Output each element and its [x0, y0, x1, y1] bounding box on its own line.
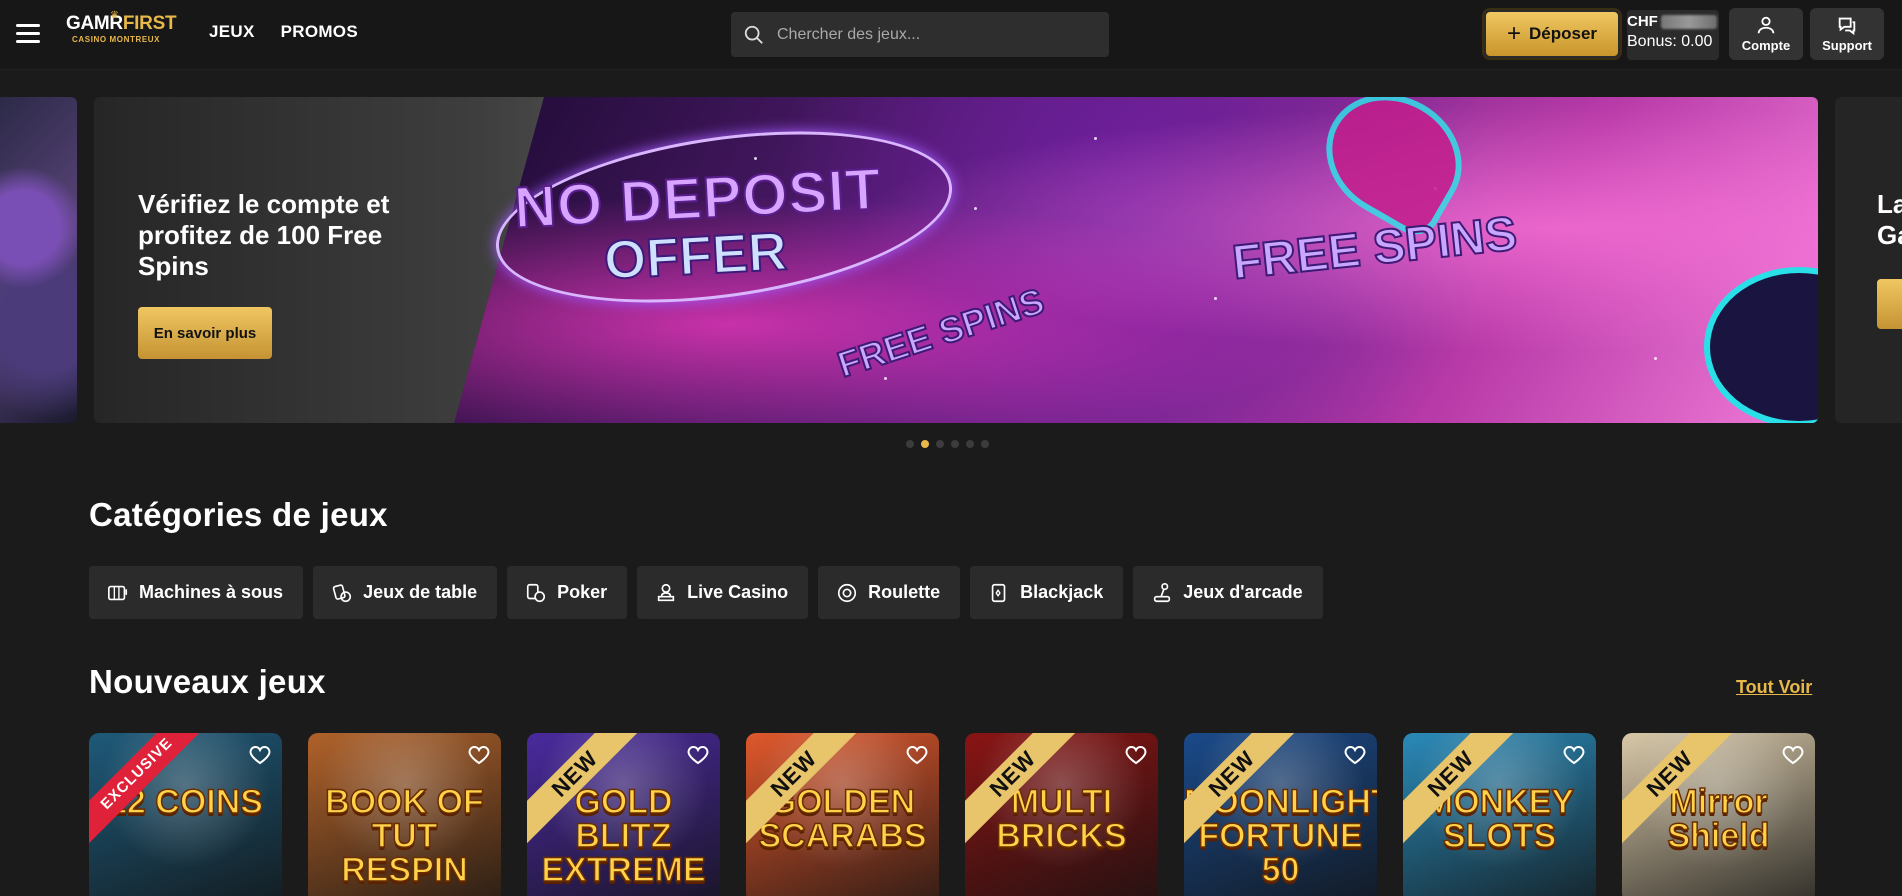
category-label: Blackjack: [1020, 582, 1104, 602]
joystick-icon: [1154, 582, 1171, 602]
table-games-icon: [332, 583, 352, 602]
currency-label: CHF: [1627, 13, 1658, 30]
heart-icon[interactable]: [1562, 743, 1586, 767]
logo-text-b: FIRST: [122, 13, 177, 34]
carousel-dot[interactable]: [981, 440, 989, 448]
category-label: Poker: [557, 582, 608, 602]
game-tile[interactable]: BOOK OF TUT RESPIN: [308, 733, 501, 896]
club-shape: [1704, 267, 1818, 423]
top-header: GAMRFIRST ♛ CASINO MONTREUX JEUX PROMOS …: [0, 0, 1902, 70]
category-live-casino[interactable]: Live Casino: [637, 566, 809, 619]
plus-icon: +: [1506, 20, 1521, 47]
balance-widget[interactable]: CHF Bonus: 0.00: [1627, 10, 1719, 60]
category-slots[interactable]: Machines à sous: [89, 566, 304, 619]
category-poker[interactable]: Poker: [507, 566, 628, 619]
crown-icon: ♛: [110, 10, 119, 21]
games-row: 12 COINS EXCLUSIVE BOOK OF TUT RESPIN GOL…: [89, 733, 1815, 896]
game-tile[interactable]: GOLDEN SCARABS NEW: [746, 733, 939, 896]
game-tile[interactable]: MULTI BRICKS NEW: [965, 733, 1158, 896]
deposit-label: Déposer: [1528, 24, 1598, 43]
heart-icon[interactable]: [686, 743, 710, 767]
support-button[interactable]: Support: [1810, 8, 1884, 60]
category-table-games[interactable]: Jeux de table: [313, 566, 498, 619]
nav-promos[interactable]: PROMOS: [281, 22, 358, 42]
category-list: Machines à sous Jeux de table Poker Live…: [89, 566, 1323, 619]
user-icon: [1757, 16, 1775, 34]
poker-chips-icon: [527, 583, 546, 602]
no-deposit-logo: NO DEPOSIT OFFER: [485, 105, 963, 329]
slide-title: Vérifiez le compte et profitez de 100 Fr…: [138, 189, 390, 281]
heart-icon[interactable]: [1124, 743, 1148, 767]
carousel-dot[interactable]: [951, 440, 959, 448]
search-icon: [744, 25, 763, 44]
chip-shape: [1809, 97, 1818, 219]
category-label: Jeux d'arcade: [1183, 582, 1303, 602]
carousel-dots: [906, 440, 989, 448]
learn-more-button[interactable]: En savoir plus: [138, 307, 272, 359]
new-games-title: Nouveaux jeux: [89, 663, 326, 700]
game-tile[interactable]: GOLD BLITZ EXTREME NEW: [527, 733, 720, 896]
account-label: Compte: [1741, 38, 1791, 53]
nav-jeux[interactable]: JEUX: [209, 22, 255, 42]
carousel-slide[interactable]: NO DEPOSIT OFFER FREE SPINS FREE SPINS V…: [94, 97, 1818, 423]
game-tile[interactable]: MOONLIGHT FORTUNE 50 NEW: [1184, 733, 1377, 896]
game-tile[interactable]: 12 COINS EXCLUSIVE: [89, 733, 282, 896]
account-button[interactable]: Compte: [1729, 8, 1803, 60]
search-input[interactable]: [777, 25, 1097, 44]
deposit-button[interactable]: + Déposer: [1484, 10, 1620, 58]
bonus-label: Bonus: 0.00: [1627, 33, 1713, 50]
next-slide-title: La Ga: [1877, 189, 1902, 250]
main-nav: JEUX PROMOS: [209, 22, 358, 42]
carousel-next-slide[interactable]: La Ga: [1835, 97, 1902, 423]
carousel-prev-slide[interactable]: [0, 97, 77, 423]
search-bar[interactable]: [731, 12, 1109, 57]
carousel-dot[interactable]: [906, 440, 914, 448]
carousel-dot[interactable]: [966, 440, 974, 448]
slot-icon: [108, 585, 128, 600]
category-blackjack[interactable]: Blackjack: [970, 566, 1124, 619]
hidden-balance: [1660, 14, 1717, 29]
category-label: Jeux de table: [363, 582, 478, 602]
category-label: Machines à sous: [139, 582, 284, 602]
heart-icon[interactable]: [467, 743, 491, 767]
heart-icon[interactable]: [248, 743, 272, 767]
cards-icon: [991, 583, 1006, 602]
game-tile[interactable]: Mirror Shield NEW: [1622, 733, 1815, 896]
game-title: BOOK OF TUT RESPIN: [324, 783, 484, 889]
menu-icon[interactable]: [16, 24, 40, 44]
logo[interactable]: GAMRFIRST ♛ CASINO MONTREUX: [66, 10, 177, 48]
carousel-dot[interactable]: [936, 440, 944, 448]
roulette-icon: [838, 583, 857, 602]
heart-icon[interactable]: [1343, 743, 1367, 767]
heart-icon[interactable]: [905, 743, 929, 767]
logo-subtitle: CASINO MONTREUX: [72, 35, 161, 44]
category-label: Live Casino: [687, 582, 789, 602]
category-roulette[interactable]: Roulette: [818, 566, 961, 619]
support-label: Support: [1822, 38, 1872, 53]
game-tile[interactable]: MONKEY SLOTS NEW: [1403, 733, 1596, 896]
heart-icon[interactable]: [1781, 743, 1805, 767]
live-dealer-icon: [657, 583, 675, 601]
category-label: Roulette: [868, 582, 941, 602]
see-all-link[interactable]: Tout Voir: [1736, 677, 1812, 698]
chat-icon: [1838, 17, 1856, 36]
offer-text: OFFER: [602, 220, 790, 291]
category-arcade[interactable]: Jeux d'arcade: [1133, 566, 1323, 619]
next-slide-button: [1877, 279, 1902, 329]
categories-title: Catégories de jeux: [89, 496, 388, 533]
carousel-dot-active[interactable]: [921, 440, 929, 448]
